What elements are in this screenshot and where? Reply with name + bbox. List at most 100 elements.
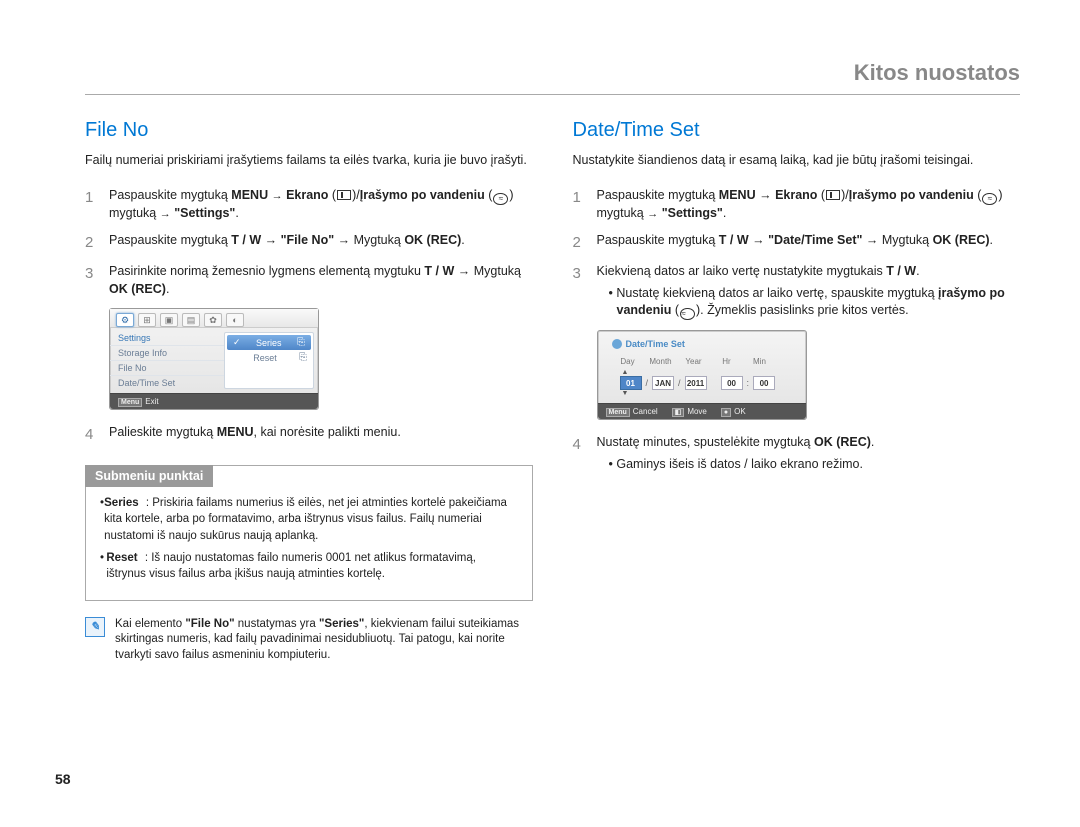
footer-label: Exit xyxy=(145,397,158,406)
tw-label: T / W xyxy=(231,233,261,247)
field-hr: 00 xyxy=(721,376,743,390)
submenu-list: ✓ Series ⎘ Reset ⎘ xyxy=(224,332,314,389)
menu-label: MENU xyxy=(217,425,254,439)
text: . xyxy=(235,206,238,220)
text: , kai norėsite palikti meniu. xyxy=(254,425,401,439)
fileno-label: "File No" xyxy=(281,233,335,247)
footer-ok: OK xyxy=(734,407,746,416)
arrow-icon: → xyxy=(334,233,353,247)
text: )/ xyxy=(352,188,360,202)
tab-icon: ▤ xyxy=(182,313,200,327)
menu-item-date-time-set: Date/Time Set xyxy=(110,375,224,390)
text: Kai elemento xyxy=(115,618,185,630)
tab-icon: ✿ xyxy=(204,313,222,327)
submenu-item-series: ✓ Series ⎘ xyxy=(227,335,311,350)
submenu-items-box: Submeniu punktai • Series : Priskiria fa… xyxy=(85,465,533,600)
dt-footer: MenuCancel ◧Move ●OK xyxy=(598,403,806,419)
underwater-icon: ≈ xyxy=(493,193,508,205)
file-no-intro: Failų numeriai priskiriami įrašytiems fa… xyxy=(85,152,533,169)
submenu-series: • Series : Priskiria failams numerius iš… xyxy=(100,495,518,543)
footer-key: ● xyxy=(721,408,731,417)
field-day: 01 xyxy=(620,376,642,390)
tab-icon: ◐ xyxy=(226,313,244,327)
dts-label: "Date/Time Set" xyxy=(768,233,862,247)
step-number: 4 xyxy=(573,434,587,473)
arrow-down-icon: ▼ xyxy=(616,390,792,397)
text: ( xyxy=(974,188,982,202)
text: nustatymas yra xyxy=(235,618,319,630)
two-column-layout: File No Failų numeriai priskiriami įrašy… xyxy=(85,119,1020,663)
right-column: Date/Time Set Nustatykite šiandienos dat… xyxy=(573,119,1021,663)
field-month: JAN xyxy=(652,376,674,390)
left-column: File No Failų numeriai priskiriami įrašy… xyxy=(85,119,533,663)
text: . xyxy=(916,264,919,278)
display-icon xyxy=(826,190,840,200)
check-icon: ✓ xyxy=(233,337,241,348)
arrow-icon: → xyxy=(160,208,171,220)
step-number: 4 xyxy=(85,424,99,445)
field-min: 00 xyxy=(753,376,775,390)
okrec-label: OK (REC) xyxy=(933,233,990,247)
text: ). Žymeklis pasislinks prie kitos vertės… xyxy=(696,303,909,317)
text: "File No" xyxy=(185,618,234,630)
tw-label: T / W xyxy=(719,233,749,247)
date-time-step-3: 3 Kiekvieną datos ar laiko vertę nustaty… xyxy=(573,263,1021,320)
underwater-label: Įrašymo po vandeniu xyxy=(849,188,974,202)
option-label: Reset xyxy=(253,353,277,363)
underwater-icon: ≈ xyxy=(982,193,997,205)
underwater-label: Įrašymo po vandeniu xyxy=(360,188,485,202)
step-number: 1 xyxy=(573,187,587,223)
submenu-item-reset: Reset ⎘ xyxy=(225,350,313,365)
section-heading-date-time: Date/Time Set xyxy=(573,119,1021,142)
dt-labels: Day Month Year Hr Min xyxy=(612,357,792,366)
option-label: Series xyxy=(256,338,282,348)
text: . xyxy=(871,435,874,449)
date-time-step-4: 4 Nustatę minutes, spustelėkite mygtuką … xyxy=(573,434,1021,473)
menu-tabs: ⚙ ⊞ ▣ ▤ ✿ ◐ xyxy=(110,309,318,328)
step3-sub-bullet: Nustatę kiekvieną datos ar laiko vertę, … xyxy=(609,285,1021,321)
text: Palieskite mygtuką xyxy=(109,425,217,439)
label-day: Day xyxy=(616,357,640,366)
text: ( xyxy=(485,188,493,202)
step-number: 3 xyxy=(85,263,99,298)
dt-title: Date/Time Set xyxy=(612,339,792,349)
text: )/ xyxy=(841,188,849,202)
menu-label: MENU xyxy=(719,188,756,202)
submenu-reset: • Reset : Iš naujo nustatomas failo nume… xyxy=(100,550,518,582)
reset-desc: : Iš naujo nustatomas failo numeris 0001… xyxy=(106,552,476,580)
arrow-icon: → xyxy=(647,208,658,220)
menu-item-storage-info: Storage Info xyxy=(110,345,224,360)
label-hr: Hr xyxy=(715,357,739,366)
settings-label: "Settings" xyxy=(658,206,723,220)
date-time-screenshot: Date/Time Set Day Month Year Hr Min ▲ 01… xyxy=(597,330,807,420)
arrow-icon: → xyxy=(454,264,473,278)
label-min: Min xyxy=(748,357,772,366)
series-label: Series xyxy=(104,497,139,509)
text: Mygtuką xyxy=(882,233,933,247)
label-year: Year xyxy=(682,357,706,366)
arrow-icon: → xyxy=(261,233,280,247)
text: "Series" xyxy=(319,618,364,630)
label-month: Month xyxy=(649,357,673,366)
file-no-step-3: 3 Pasirinkite norimą žemesnio lygmens el… xyxy=(85,263,533,298)
footer-move: Move xyxy=(687,407,707,416)
tab-settings-icon: ⚙ xyxy=(116,313,134,327)
footer-key: Menu xyxy=(118,398,142,407)
note-icon: ✎ xyxy=(85,617,105,637)
ekrano-label: Ekrano xyxy=(775,188,817,202)
series-desc: : Priskiria failams numerius iš eilės, n… xyxy=(104,497,507,541)
settings-menu-screenshot: ⚙ ⊞ ▣ ▤ ✿ ◐ Settings Storage Info File N… xyxy=(109,308,319,410)
menu-footer: MenuExit xyxy=(110,393,318,409)
text: Kiekvieną datos ar laiko vertę nustatyki… xyxy=(597,264,887,278)
arrow-icon: → xyxy=(862,233,881,247)
menu-item-file-no: File No xyxy=(110,360,224,375)
page-number: 58 xyxy=(55,771,71,787)
text: Nustatę kiekvieną datos ar laiko vertę, … xyxy=(616,286,938,300)
text: . xyxy=(461,233,464,247)
chapter-title: Kitos nuostatos xyxy=(85,60,1020,95)
footer-cancel: Cancel xyxy=(633,407,658,416)
step-number: 3 xyxy=(573,263,587,320)
field-year: 2011 xyxy=(685,376,707,390)
text: . xyxy=(166,282,169,296)
text: Mygtuką xyxy=(354,233,405,247)
